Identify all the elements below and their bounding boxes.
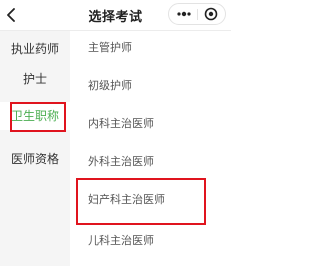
list-item-internal-medicine[interactable]: 内科主治医师	[88, 115, 154, 131]
target-circle-icon[interactable]	[204, 7, 218, 21]
sidebar-item-label: 执业药师	[10, 42, 59, 56]
list-item-surgery[interactable]: 外科主治医师	[88, 153, 154, 169]
list-item-junior-nurse[interactable]: 初级护师	[88, 77, 132, 93]
sidebar-item-label: 医师资格	[10, 152, 59, 166]
mini-program-capsule	[168, 3, 226, 25]
list-item-pediatrics[interactable]: 儿科主治医师	[88, 232, 154, 248]
sidebar-item-nurse[interactable]: 护士	[0, 69, 70, 89]
category-sidebar: 执业药师 护士 卫生职称 医师资格	[0, 31, 70, 266]
sidebar-item-pharmacist[interactable]: 执业药师	[0, 39, 70, 59]
sidebar-item-physician[interactable]: 医师资格	[0, 149, 70, 169]
nav-bar: 选择考试	[0, 0, 231, 31]
sidebar-item-health-title[interactable]: 卫生职称	[0, 102, 70, 130]
sidebar-item-label: 卫生职称	[10, 109, 59, 123]
sidebar-item-label: 护士	[22, 72, 47, 86]
list-item-obstetrics-gynecology[interactable]: 妇产科主治医师	[88, 191, 165, 207]
capsule-divider	[197, 9, 198, 20]
exam-list: 主管护师 初级护师 内科主治医师 外科主治医师 妇产科主治医师 儿科主治医师	[70, 31, 231, 266]
list-item-supervising-nurse[interactable]: 主管护师	[88, 39, 132, 55]
more-dots-icon[interactable]	[176, 9, 192, 19]
